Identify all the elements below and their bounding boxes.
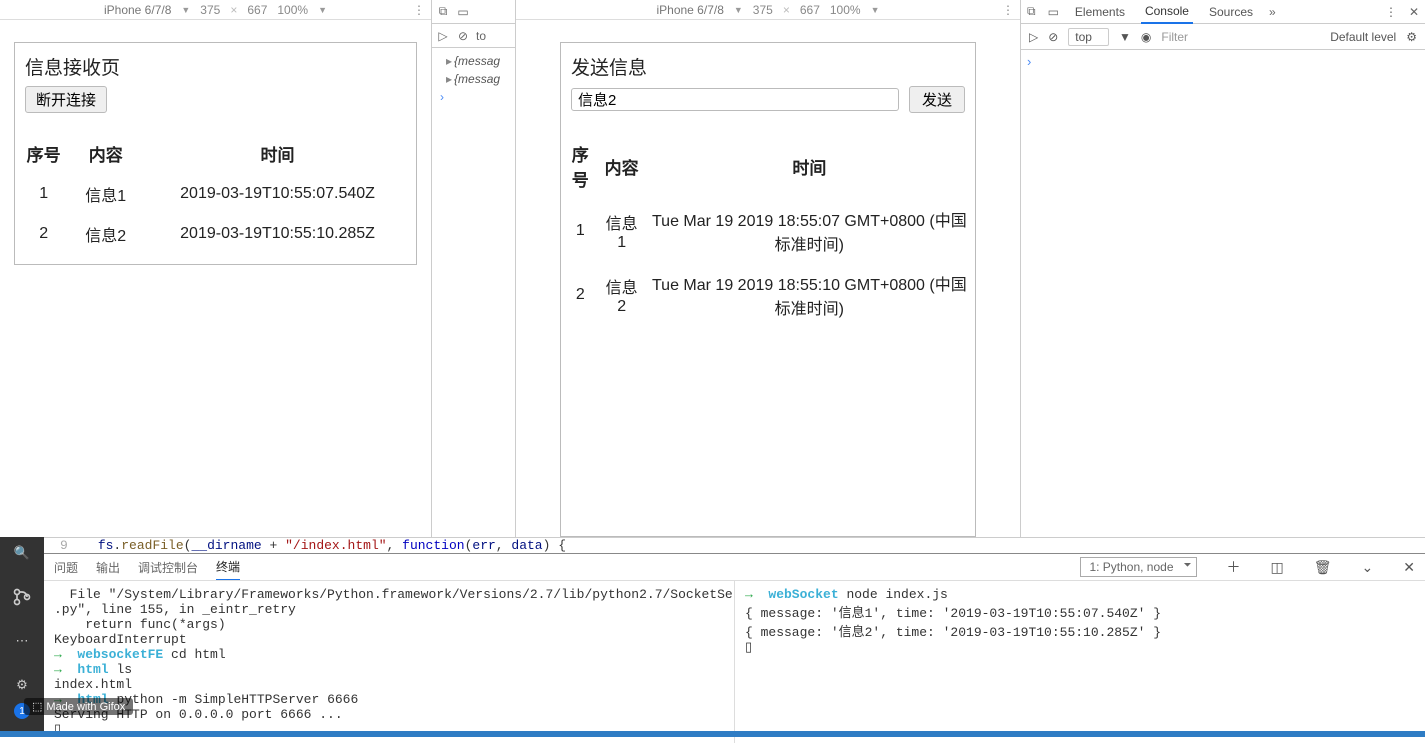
col-content: 内容 bbox=[600, 133, 644, 199]
disconnect-button[interactable]: 断开连接 bbox=[25, 86, 107, 113]
editor-code-line: 9 fs.readFile(__dirname + "/index.html",… bbox=[0, 537, 1425, 553]
kebab-icon[interactable]: ⋮ bbox=[1385, 5, 1397, 19]
gear-icon[interactable]: ⚙ bbox=[10, 673, 34, 697]
filter-label[interactable]: Filter bbox=[1161, 30, 1188, 44]
chevron-down-icon[interactable]: ▼ bbox=[318, 5, 327, 15]
console-prompt[interactable]: › bbox=[1027, 54, 1031, 69]
table-row: 2 信息2 Tue Mar 19 2019 18:55:10 GMT+0800 … bbox=[561, 263, 975, 327]
terminal-panel: 问题 输出 调试控制台 终端 1: Python, node ＋ ◫ 🗑 ⌄ ✕… bbox=[44, 553, 1425, 737]
device-toggle-icon[interactable]: ▭ bbox=[456, 5, 470, 19]
kebab-icon[interactable]: ⋮ bbox=[1002, 3, 1014, 17]
message-input[interactable] bbox=[571, 88, 899, 111]
table-row: 1 信息1 2019-03-19T10:55:07.540Z bbox=[15, 174, 416, 214]
eye-icon[interactable]: ◉ bbox=[1141, 30, 1151, 44]
close-icon[interactable]: ✕ bbox=[1403, 559, 1415, 576]
tab-console[interactable]: Console bbox=[1141, 0, 1193, 24]
kebab-icon[interactable]: ⋮ bbox=[413, 3, 425, 17]
send-table: 序号 内容 时间 1 信息1 Tue Mar 19 2019 18:55:07 … bbox=[561, 133, 975, 327]
device-width[interactable]: 375 bbox=[753, 3, 773, 17]
clear-icon[interactable]: ⊘ bbox=[456, 29, 470, 43]
table-row: 1 信息1 Tue Mar 19 2019 18:55:07 GMT+0800 … bbox=[561, 199, 975, 263]
chevron-down-icon[interactable]: ▼ bbox=[181, 5, 190, 15]
console-prompt[interactable]: › bbox=[434, 88, 513, 106]
log-line: ▸{messag bbox=[434, 70, 513, 88]
col-time: 时间 bbox=[139, 133, 416, 174]
search-icon[interactable]: 🔍 bbox=[10, 541, 34, 565]
chevron-down-icon[interactable]: ⌄ bbox=[1362, 559, 1374, 576]
chevron-right-icon[interactable]: » bbox=[1269, 5, 1276, 19]
receive-title: 信息接收页 bbox=[15, 53, 416, 86]
play-icon[interactable]: ▷ bbox=[1029, 30, 1038, 44]
tab-problems[interactable]: 问题 bbox=[54, 555, 78, 580]
receive-table: 序号 内容 时间 1 信息1 2019-03-19T10:55:07.540Z … bbox=[15, 133, 416, 254]
terminal-selector[interactable]: 1: Python, node bbox=[1080, 557, 1196, 577]
send-button[interactable]: 发送 bbox=[909, 86, 965, 113]
tab-terminal[interactable]: 终端 bbox=[216, 554, 240, 580]
device-width[interactable]: 375 bbox=[200, 3, 220, 17]
watermark: ⬚ Made with Gifox bbox=[24, 698, 133, 715]
split-icon[interactable]: ◫ bbox=[1271, 559, 1284, 576]
device-toolbar-2: iPhone 6/7/8▼ 375 × 667 100%▼ ⋮ bbox=[516, 0, 1020, 20]
chevron-down-icon[interactable]: ▼ bbox=[1119, 30, 1131, 44]
device-zoom[interactable]: 100% bbox=[277, 3, 308, 17]
tab-elements[interactable]: Elements bbox=[1071, 1, 1129, 23]
chevron-down-icon[interactable]: ▼ bbox=[734, 5, 743, 15]
gear-icon[interactable]: ⚙ bbox=[1406, 30, 1417, 44]
trash-icon[interactable]: 🗑 bbox=[1314, 559, 1332, 576]
plus-icon[interactable]: ＋ bbox=[1227, 557, 1241, 577]
context-select[interactable]: top bbox=[1068, 28, 1109, 46]
x-separator: × bbox=[230, 3, 237, 17]
terminal-right[interactable]: → webSocket node index.js { message: '信息… bbox=[735, 581, 1425, 743]
send-title: 发送信息 bbox=[561, 53, 975, 86]
line-number: 9 bbox=[60, 538, 68, 553]
clear-icon[interactable]: ⊘ bbox=[1048, 30, 1058, 44]
close-icon[interactable]: ✕ bbox=[1409, 5, 1419, 19]
col-content: 内容 bbox=[72, 133, 139, 174]
status-bar bbox=[0, 731, 1425, 737]
receive-app: 信息接收页 断开连接 序号 内容 时间 1 信息1 2019-03-19T10:… bbox=[14, 42, 417, 265]
tab-output[interactable]: 输出 bbox=[96, 555, 120, 580]
col-seq: 序号 bbox=[15, 133, 72, 174]
devtools-panel: ⧉ ▭ Elements Console Sources » ⋮ ✕ ▷ ⊘ t… bbox=[1021, 0, 1425, 537]
log-line: ▸{messag bbox=[434, 52, 513, 70]
devtools-mini-1: ⧉ ▭ ▷ ⊘ to ▸{messag ▸{messag › bbox=[432, 0, 516, 537]
context-label[interactable]: to bbox=[476, 29, 486, 43]
tab-sources[interactable]: Sources bbox=[1205, 1, 1257, 23]
level-select[interactable]: Default level bbox=[1330, 30, 1396, 44]
device-toolbar-1: iPhone 6/7/8 ▼ 375 × 667 100% ▼ ⋮ bbox=[0, 0, 431, 20]
source-control-icon[interactable] bbox=[10, 585, 34, 609]
more-icon[interactable]: ⋯ bbox=[10, 629, 34, 653]
device-zoom[interactable]: 100% bbox=[830, 3, 861, 17]
tab-debug-console[interactable]: 调试控制台 bbox=[138, 555, 198, 580]
chevron-down-icon[interactable]: ▼ bbox=[871, 5, 880, 15]
device-name[interactable]: iPhone 6/7/8 bbox=[656, 3, 723, 17]
terminal-left[interactable]: File "/System/Library/Frameworks/Python.… bbox=[44, 581, 735, 743]
col-time: 时间 bbox=[644, 133, 975, 199]
device-height[interactable]: 667 bbox=[247, 3, 267, 17]
inspect-icon[interactable]: ⧉ bbox=[436, 5, 450, 19]
device-name[interactable]: iPhone 6/7/8 bbox=[104, 3, 171, 17]
send-app: 发送信息 发送 序号 内容 时间 1 信息1 Tue Mar 19 2019 1… bbox=[560, 42, 976, 537]
table-row: 2 信息2 2019-03-19T10:55:10.285Z bbox=[15, 214, 416, 254]
col-seq: 序号 bbox=[561, 133, 600, 199]
inspect-icon[interactable]: ⧉ bbox=[1027, 4, 1036, 19]
device-toggle-icon[interactable]: ▭ bbox=[1048, 5, 1059, 19]
device-height[interactable]: 667 bbox=[800, 3, 820, 17]
play-icon[interactable]: ▷ bbox=[436, 29, 450, 43]
